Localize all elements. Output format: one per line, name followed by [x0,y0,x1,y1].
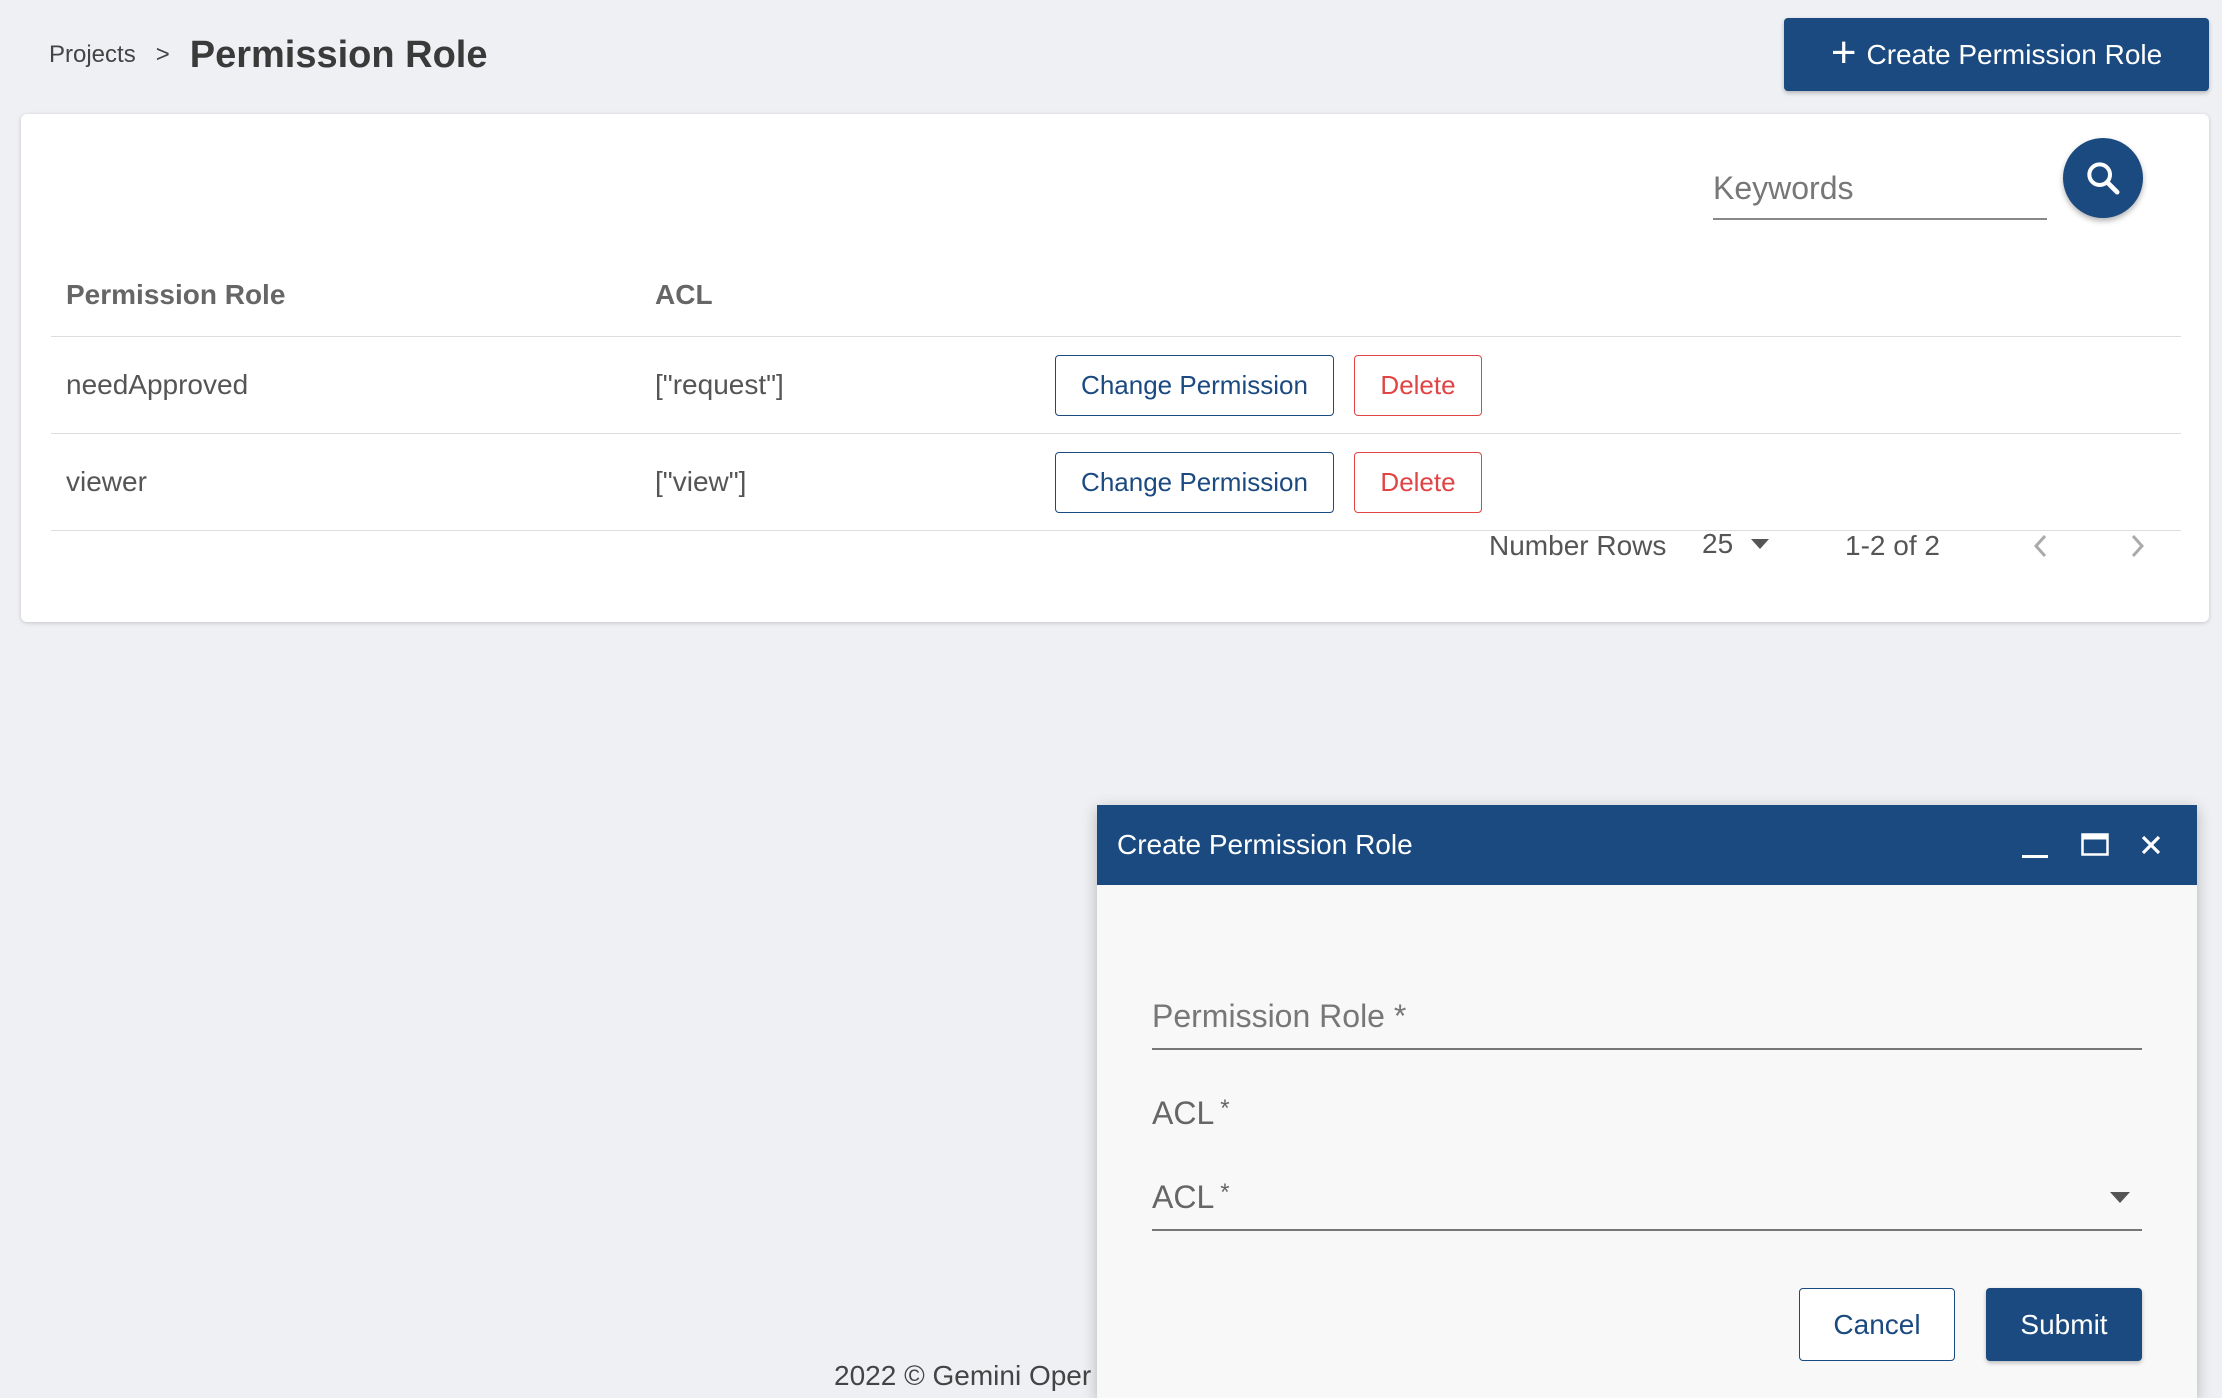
acl-required-mark: * [1220,1095,1230,1122]
create-permission-role-dialog: Create Permission Role * ACL* ACL* [1097,805,2197,1398]
breadcrumb-separator: > [155,41,170,68]
acl-label: ACL * [1152,1095,1230,1132]
cell-acl: ["view"] [655,466,747,497]
table-header: Permission Role ACL [51,254,2181,337]
minimize-button[interactable] [2015,823,2055,867]
delete-button[interactable]: Delete [1354,354,1482,416]
delete-button[interactable]: Delete [1354,451,1482,513]
rows-per-page-select[interactable]: 25 [1702,528,1770,560]
column-header-acl: ACL [655,279,713,310]
pagination: Number Rows 25 1-2 of 2 [21,524,2209,574]
previous-page-button[interactable] [2021,524,2061,568]
search-input[interactable] [1713,158,2047,218]
maximize-button[interactable] [2075,823,2115,867]
submit-button[interactable]: Submit [1986,1288,2142,1361]
acl-select-text: ACL [1152,1178,1215,1215]
footer-copyright: 2022 © Gemini Oper [834,1360,1092,1391]
acl-select-placeholder: ACL * [1152,1179,1230,1216]
table-row: viewer ["view"] Change Permission Delete [51,434,2181,531]
breadcrumb-projects-link[interactable]: Projects [49,41,136,69]
permission-role-field[interactable] [1152,985,2142,1050]
create-permission-role-button[interactable]: + Create Permission Role [1784,18,2209,91]
caret-down-icon [2110,1191,2130,1203]
page-title: Permission Role [189,33,488,76]
chevron-left-icon [2033,534,2047,558]
cell-acl: ["request"] [655,369,784,400]
search-field[interactable] [1713,158,2047,220]
minimize-icon [2022,855,2048,858]
dialog-header[interactable]: Create Permission Role [1097,805,2197,885]
dialog-title: Create Permission Role [1117,829,1413,860]
cancel-button[interactable]: Cancel [1799,1288,1955,1361]
cell-permission-role: viewer [66,466,147,497]
rows-per-page-value: 25 [1702,528,1734,559]
table-row: needApproved ["request"] Change Permissi… [51,337,2181,434]
permission-role-card: Permission Role ACL needApproved ["reque… [21,114,2209,622]
row-actions: Change Permission Delete [1055,354,1482,416]
search-button[interactable] [2063,138,2143,218]
search-icon [2087,162,2120,195]
acl-select[interactable]: ACL * [1152,1165,2142,1231]
close-button[interactable] [2131,823,2171,867]
breadcrumb: Projects > Permission Role [49,28,487,82]
plus-icon: + [1830,27,1857,77]
next-page-button[interactable] [2117,524,2157,568]
acl-select-required-mark: * [1220,1178,1230,1206]
pagination-range: 1-2 of 2 [1845,530,1940,561]
permission-role-input[interactable] [1152,985,2142,1048]
chevron-right-icon [2131,534,2145,558]
permission-role-table: Permission Role ACL needApproved ["reque… [51,254,2181,531]
cell-permission-role: needApproved [66,369,249,400]
rows-per-page-label: Number Rows [1489,530,1667,561]
change-permission-button[interactable]: Change Permission [1055,354,1334,416]
maximize-icon [2081,833,2109,856]
change-permission-button[interactable]: Change Permission [1055,451,1334,513]
row-actions: Change Permission Delete [1055,451,1482,513]
acl-label-text: ACL [1152,1095,1215,1131]
close-icon [2141,835,2161,855]
caret-down-icon [1751,539,1770,549]
column-header-permission-role: Permission Role [66,279,286,310]
create-permission-role-label: Create Permission Role [1866,38,2163,70]
